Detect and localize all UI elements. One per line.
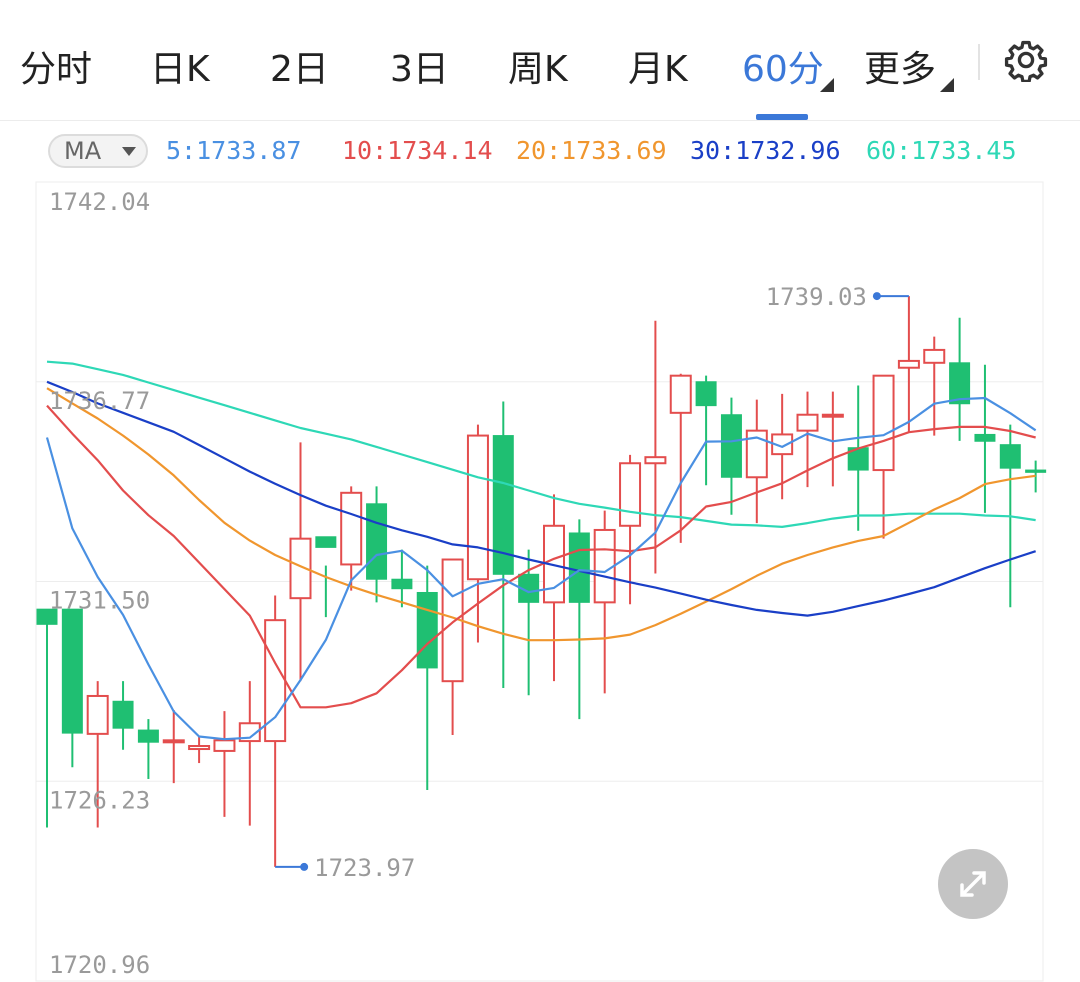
- low-marker-dot: [300, 862, 309, 871]
- candle-body: [213, 739, 236, 752]
- high-value-label: 1739.03: [766, 283, 867, 311]
- candle-body: [416, 591, 438, 669]
- candle-body: [619, 462, 642, 527]
- expand-arrows-icon: [960, 871, 986, 897]
- candle-body: [897, 359, 920, 369]
- candle-body: [644, 456, 667, 465]
- candle-body: [923, 348, 946, 364]
- candle-body: [137, 729, 159, 743]
- candle-body: [61, 608, 83, 734]
- y-axis-label: 1736.77: [49, 387, 150, 415]
- y-axis-label: 1726.23: [49, 786, 150, 814]
- y-axis-label: 1742.04: [49, 188, 150, 216]
- candle-body: [1025, 469, 1047, 473]
- candle-body: [568, 532, 590, 603]
- y-axis-label: 1720.96: [49, 951, 150, 979]
- expand-button[interactable]: [938, 849, 1008, 919]
- candle-body: [366, 503, 388, 580]
- candle-body: [112, 700, 134, 729]
- candle-body: [796, 413, 819, 432]
- candle-body: [695, 381, 717, 407]
- candle-body: [720, 414, 742, 478]
- candle-body: [86, 694, 109, 735]
- candle-body: [974, 433, 996, 442]
- high-marker-dot: [872, 292, 881, 301]
- candle-body: [949, 362, 971, 405]
- candle-body: [669, 374, 692, 414]
- candle-body: [466, 434, 489, 581]
- candle-body: [188, 745, 211, 751]
- candlestick-chart[interactable]: 1742.04 1736.77 1731.50 1726.23 1720.96 1739.…: [0, 0, 1080, 982]
- candle-body: [315, 536, 337, 548]
- low-value-label: 1723.97: [314, 854, 415, 882]
- candle-body: [999, 444, 1021, 469]
- candle-body: [391, 578, 413, 590]
- candle-body: [821, 413, 844, 418]
- y-axis-label: 1731.50: [49, 587, 150, 615]
- candle-body: [340, 491, 363, 566]
- candle-body: [162, 739, 185, 744]
- candle-body: [872, 374, 895, 472]
